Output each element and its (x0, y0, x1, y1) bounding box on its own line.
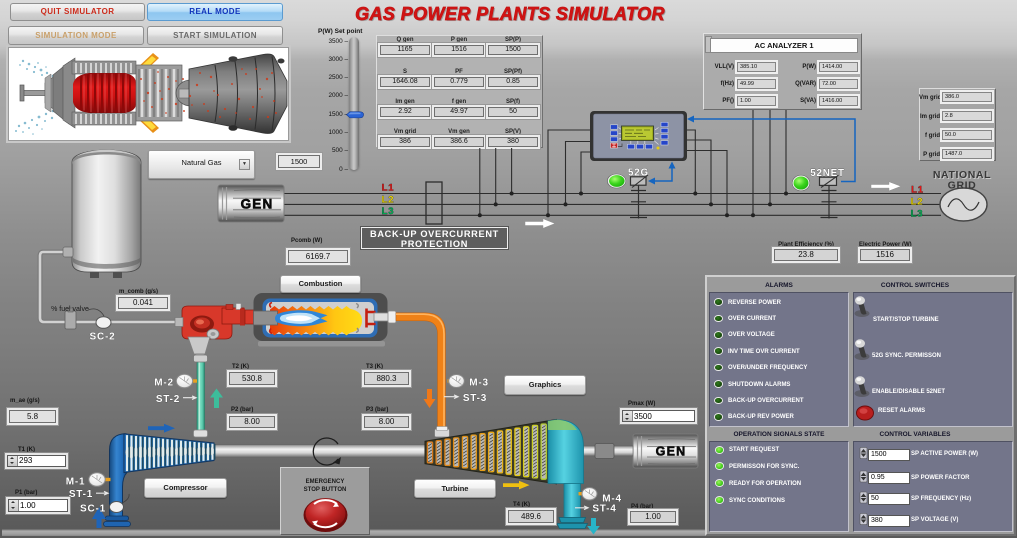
svg-text:L1: L1 (382, 183, 395, 194)
svg-text:% fuel valve: % fuel valve (51, 306, 89, 313)
svg-text:ST-2: ST-2 (156, 394, 180, 405)
svg-text:ST-1: ST-1 (69, 489, 93, 500)
svg-text:GRID: GRID (948, 180, 977, 192)
svg-text:M-2: M-2 (154, 378, 174, 389)
svg-text:M-1: M-1 (66, 477, 86, 488)
svg-text:ST-3: ST-3 (463, 393, 487, 404)
svg-text:L3: L3 (382, 206, 395, 217)
svg-text:SC-1: SC-1 (80, 504, 106, 515)
svg-text:L2: L2 (911, 197, 924, 208)
svg-text:M-3: M-3 (469, 378, 489, 389)
svg-text:ST-4: ST-4 (592, 504, 616, 515)
svg-text:L2: L2 (382, 194, 395, 205)
svg-text:L1: L1 (911, 185, 924, 196)
svg-text:52G: 52G (628, 168, 649, 179)
svg-text:SC-2: SC-2 (90, 332, 116, 343)
svg-text:52NET: 52NET (810, 168, 845, 179)
svg-text:L3: L3 (911, 208, 924, 219)
